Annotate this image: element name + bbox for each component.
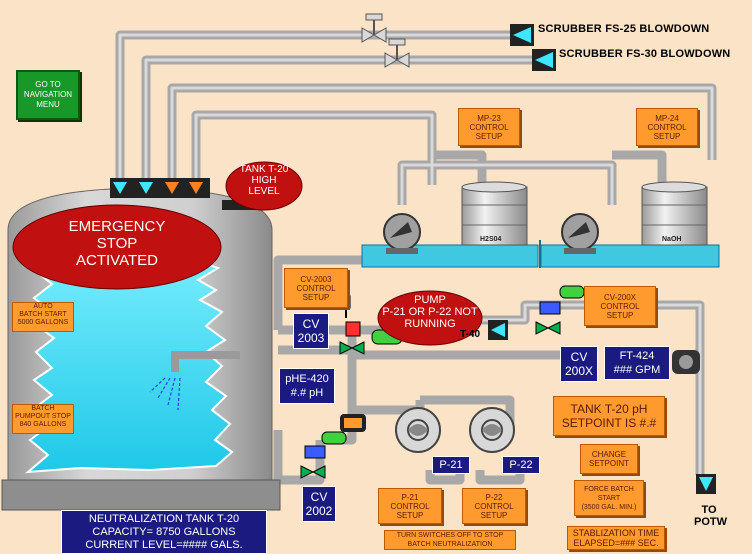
- p21-label: P-21: [432, 456, 470, 474]
- ph-sensor-icon: [340, 414, 366, 432]
- p21-setup-button[interactable]: P-21 CONTROL SETUP: [378, 488, 442, 524]
- tank-info-panel: NEUTRALIZATION TANK T-20 CAPACITY= 8750 …: [61, 510, 267, 554]
- t40-arrow-icon: [488, 320, 508, 340]
- control-valve-cv200x-icon: [535, 285, 585, 335]
- phe420-readout: pHE-420 #.# pH: [279, 368, 335, 404]
- cv2002-label: CV 2002: [302, 486, 336, 522]
- p22-label: P-22: [502, 456, 540, 474]
- naoh-label: NaOH: [662, 236, 682, 243]
- scrubber-fs25-label: SCRUBBER FS-25 BLOWDOWN: [538, 23, 710, 35]
- pump-p21-icon: [395, 407, 441, 453]
- pump-mp24-icon: [561, 213, 599, 254]
- t40-label: T-40: [460, 329, 481, 340]
- change-setpoint-button[interactable]: CHANGE SETPOINT: [580, 444, 638, 474]
- mp23-setup-button[interactable]: MP-23 CONTROL SETUP: [458, 108, 520, 146]
- cv200x-label: CV 200X: [560, 346, 598, 382]
- hmi-screen: GO TO NAVIGATION MENU SCRUBBER FS-25 BLO…: [0, 0, 752, 554]
- emergency-stop-text: EMERGENCY STOP ACTIVATED: [68, 218, 166, 269]
- cv200x-setup-button[interactable]: CV-200X CONTROL SETUP: [584, 286, 656, 326]
- potw-arrow-icon: [696, 474, 716, 494]
- pump-mp23-icon: [383, 213, 421, 254]
- process-schematic: [1, 13, 720, 511]
- go-to-navigation-button[interactable]: GO TO NAVIGATION MENU: [16, 70, 80, 120]
- turn-switches-note: TURN SWITCHES OFF TO STOP BATCH NEUTRALI…: [384, 530, 516, 550]
- ph-setpoint-display: TANK T-20 pH SETPOINT IS #.#: [553, 396, 665, 436]
- high-level-text: TANK T-20 HIGH LEVEL: [239, 164, 289, 197]
- pump-p22-icon: [469, 407, 515, 453]
- flow-meter-icon: [672, 350, 700, 374]
- cv2003-label: CV 2003: [293, 313, 329, 349]
- scrubber-fs30-label: SCRUBBER FS-30 BLOWDOWN: [559, 48, 731, 60]
- to-potw-label: TO POTW: [694, 504, 727, 528]
- cv2003-setup-button[interactable]: CV-2003 CONTROL SETUP: [284, 268, 348, 308]
- control-valve-cv2002-icon: [300, 431, 347, 479]
- ft424-readout: FT-424 ### GPM: [604, 346, 670, 380]
- force-batch-start-button[interactable]: FORCE BATCH START (3500 GAL. MIN.): [574, 480, 644, 516]
- auto-batch-start-note: AUTO BATCH START 5000 GALLONS: [12, 302, 74, 332]
- stabilization-timer: STABLIZATION TIME ELAPSED=### SEC.: [567, 526, 665, 550]
- p22-setup-button[interactable]: P-22 CONTROL SETUP: [462, 488, 526, 524]
- h2so4-label: H2S04: [480, 236, 502, 243]
- batch-pumpout-stop-note: BATCH PUMPOUT STOP 840 GALLONS: [12, 404, 74, 434]
- pump-not-running-text: PUMP P-21 OR P-22 NOT RUNNING: [382, 294, 478, 330]
- mp24-setup-button[interactable]: MP-24 CONTROL SETUP: [636, 108, 698, 146]
